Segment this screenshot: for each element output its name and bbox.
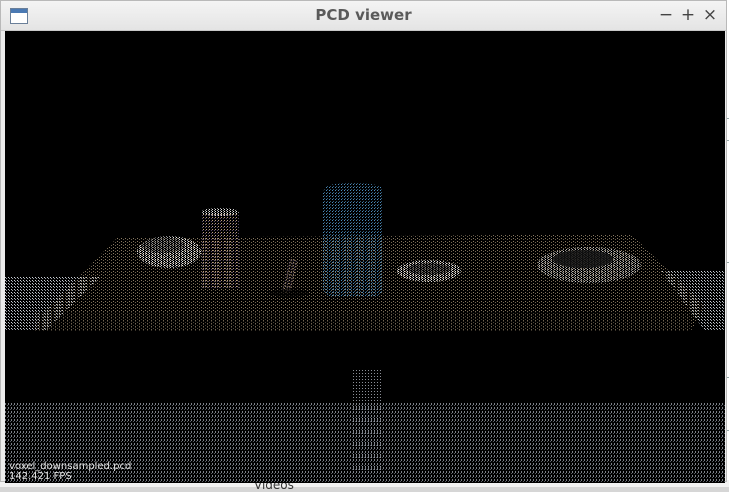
point-cloud-viewport[interactable]: voxel_downsampled.pcd 142.421 FPS xyxy=(5,31,725,483)
pcd-viewer-window: PCD viewer − + × voxel_downsampled.pcd 1… xyxy=(0,0,727,483)
minimize-button[interactable]: − xyxy=(656,5,676,25)
utensil-shadow xyxy=(269,289,309,297)
close-button[interactable]: × xyxy=(700,5,720,25)
middle-bowl-inner xyxy=(407,263,451,275)
right-plate-inner xyxy=(553,250,613,268)
window-title: PCD viewer xyxy=(315,6,412,24)
maximize-button[interactable]: + xyxy=(678,5,698,25)
point-cloud-scene xyxy=(5,183,725,483)
cup-points xyxy=(201,211,239,289)
title-bar[interactable]: PCD viewer − + × xyxy=(1,1,726,31)
can-top-points xyxy=(324,183,382,193)
fps-counter: 142.421 FPS xyxy=(9,471,72,482)
table-edge-points xyxy=(35,311,691,331)
can-points xyxy=(323,186,383,296)
floor-center-points xyxy=(205,443,535,483)
cup-rim-points xyxy=(201,208,239,216)
left-bowl-inner xyxy=(141,237,185,253)
